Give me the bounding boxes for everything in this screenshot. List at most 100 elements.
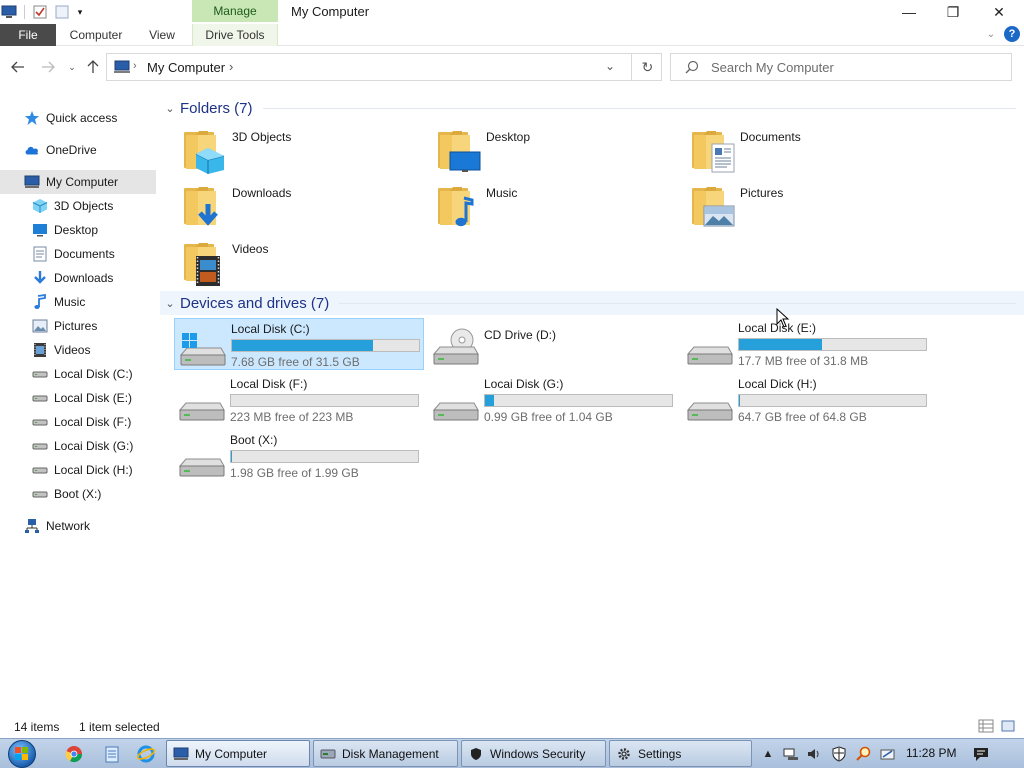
notification-icon[interactable] [966,740,996,767]
tab-manage[interactable]: Manage [192,0,278,22]
properties-icon[interactable] [31,3,49,21]
details-view-icon[interactable] [978,719,994,733]
chevron-down-icon[interactable]: ⌄ [160,102,180,115]
chrome-icon[interactable] [62,742,86,766]
music-icon [32,294,48,310]
sidebar-item-label: Network [46,519,91,533]
sidebar-item-local-disk-c[interactable]: Local Disk (C:) [0,362,156,386]
sidebar-item-local-dick-h[interactable]: Local Dick (H:) [0,458,156,482]
task-windows-security[interactable]: Windows Security [461,740,606,767]
quick-access-toolbar: ▾ [0,3,89,21]
gear-icon [616,746,632,762]
sidebar-item-local-disk-f[interactable]: Local Disk (F:) [0,410,156,434]
action-center-flag-icon[interactable] [880,746,896,762]
forward-arrow-icon[interactable] [38,57,58,77]
breadcrumb-separator-icon[interactable]: › [133,60,137,72]
sidebar-item-onedrive[interactable]: OneDrive [0,138,156,162]
network-icon[interactable] [783,746,799,762]
drive-item[interactable]: Local Dick (H:) 64.7 GB free of 64.8 GB [682,374,932,426]
notepad-icon[interactable] [100,742,124,766]
sidebar-item-pictures[interactable]: Pictures [0,314,156,338]
folder-item[interactable]: Pictures [690,182,930,234]
breadcrumb[interactable]: My Computer [147,60,225,75]
selection-count: 1 item selected [79,720,160,734]
chevron-down-icon[interactable]: ⌄ [605,59,615,73]
recent-locations-icon[interactable]: ⌄ [62,57,82,77]
drive-usage-fill [231,451,232,462]
sidebar-item-3d-objects[interactable]: 3D Objects [0,194,156,218]
drive-usage-bar [484,394,673,407]
back-arrow-icon[interactable] [8,57,28,77]
sidebar-item-local-disk-e[interactable]: Local Disk (E:) [0,386,156,410]
sidebar-item-boot-x[interactable]: Boot (X:) [0,482,156,506]
sidebar-item-my-computer[interactable]: My Computer [0,170,156,194]
sidebar-item-quick-access[interactable]: Quick access [0,106,156,130]
drive-item[interactable]: Boot (X:) 1.98 GB free of 1.99 GB [174,430,424,482]
sidebar-item-desktop[interactable]: Desktop [0,218,156,242]
computer-icon [173,746,189,762]
drive-item[interactable]: CD Drive (D:) [428,318,678,370]
drive-item[interactable]: Local Disk (C:) 7.68 GB free of 31.5 GB [174,318,424,370]
shield-icon [468,746,484,762]
internet-explorer-icon[interactable] [134,742,158,766]
sidebar-item-network[interactable]: Network [0,514,156,538]
drive-item[interactable]: Local Disk (E:) 17.7 MB free of 31.8 MB [682,318,932,370]
drive-item[interactable]: Locai Disk (G:) 0.99 GB free of 1.04 GB [428,374,678,426]
shield-icon[interactable] [831,746,847,762]
drive-name: Local Disk (C:) [231,322,310,336]
folder-item[interactable]: Documents [690,126,930,178]
sidebar-item-videos[interactable]: Videos [0,338,156,362]
tab-view[interactable]: View [140,24,184,46]
sidebar-item-documents[interactable]: Documents [0,242,156,266]
sidebar-item-downloads[interactable]: Downloads [0,266,156,290]
folders-group-header[interactable]: ⌄ Folders (7) [160,96,1024,120]
address-bar[interactable]: › My Computer › ⌄ ↻ [106,53,662,81]
drive-free-space: 0.99 GB free of 1.04 GB [484,410,613,424]
sidebar-item-locai-disk-g[interactable]: Locai Disk (G:) [0,434,156,458]
magnifier-icon[interactable] [856,746,872,762]
drive-icon [32,438,48,454]
sidebar-item-label: Videos [54,343,91,357]
folder-item[interactable]: Music [436,182,676,234]
start-button[interactable] [8,740,36,768]
tab-computer[interactable]: Computer [62,24,130,46]
star-icon [24,110,40,126]
up-arrow-icon[interactable] [83,57,103,77]
volume-icon[interactable] [806,746,822,762]
maximize-button[interactable]: ❐ [930,0,976,24]
sidebar-item-label: Local Disk (F:) [54,415,132,429]
sidebar-item-label: Desktop [54,223,99,237]
drives-group-header[interactable]: ⌄ Devices and drives (7) [160,291,1024,315]
task-disk-management[interactable]: Disk Management [313,740,458,767]
folder-picture-icon [690,182,738,230]
folder-desktop-icon [436,126,484,174]
sidebar-item-label: Documents [54,247,115,261]
tab-file[interactable]: File [0,24,56,46]
sidebar-item-label: Pictures [54,319,98,333]
task-settings[interactable]: Settings [609,740,752,767]
breadcrumb-chevron-icon[interactable]: › [229,59,233,74]
task-my-computer[interactable]: My Computer [166,740,310,767]
computer-icon[interactable] [0,3,18,21]
clock[interactable]: 11:28 PM [906,746,956,760]
computer-icon [24,174,40,190]
folder-item[interactable]: Downloads [182,182,422,234]
show-hidden-icons-icon[interactable]: ▲ [760,746,776,762]
customize-toolbar-icon[interactable]: ▾ [71,3,89,21]
large-icons-view-icon[interactable] [1000,719,1016,733]
new-folder-icon[interactable] [53,3,71,21]
search-placeholder[interactable]: Search My Computer [711,60,834,75]
folder-item[interactable]: Videos [182,238,422,290]
refresh-icon[interactable]: ↻ [631,54,663,80]
tab-drive-tools[interactable]: Drive Tools [192,24,278,46]
sidebar-item-music[interactable]: Music [0,290,156,314]
search-input[interactable]: Search My Computer [670,53,1012,81]
folder-item[interactable]: 3D Objects [182,126,422,178]
chevron-down-icon[interactable]: ⌄ [160,297,180,310]
drive-item[interactable]: Local Disk (F:) 223 MB free of 223 MB [174,374,424,426]
minimize-button[interactable]: — [886,0,932,24]
help-button[interactable]: ? [1004,26,1020,42]
close-button[interactable]: ✕ [976,0,1022,24]
chevron-down-icon[interactable]: ⌄ [984,28,998,42]
folder-item[interactable]: Desktop [436,126,676,178]
